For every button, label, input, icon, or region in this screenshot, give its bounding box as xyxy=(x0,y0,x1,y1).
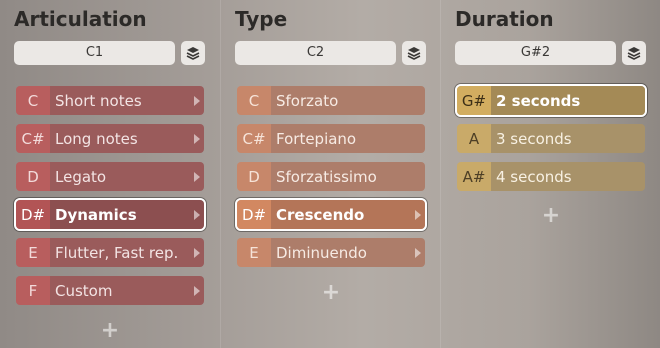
list-item[interactable]: C Sforzato xyxy=(235,84,427,117)
column-title: Type xyxy=(235,7,288,31)
note-label: D# xyxy=(16,200,50,229)
list-item-selected[interactable]: D# Dynamics xyxy=(14,198,206,231)
list-item-selected[interactable]: D# Crescendo xyxy=(235,198,427,231)
keyswitch-field[interactable]: C2 xyxy=(235,41,396,65)
item-label: Short notes xyxy=(50,86,204,115)
note-label: A# xyxy=(457,162,491,191)
list-item[interactable]: D Sforzatissimo xyxy=(235,160,427,193)
layers-button[interactable] xyxy=(181,41,205,65)
column-title: Articulation xyxy=(14,7,147,31)
item-label: 4 seconds xyxy=(491,162,645,191)
item-label: Crescendo xyxy=(271,200,425,229)
list-item[interactable]: A# 4 seconds xyxy=(455,160,647,193)
note-label: C xyxy=(16,86,50,115)
layers-button[interactable] xyxy=(622,41,646,65)
chevron-right-icon xyxy=(415,247,421,258)
note-label: E xyxy=(237,238,271,267)
item-label: Sforzatissimo xyxy=(271,162,425,191)
note-label: D# xyxy=(237,200,271,229)
note-label: D xyxy=(16,162,50,191)
articulation-list: C Short notes C# Long notes D Legato D# … xyxy=(14,84,206,312)
add-item-button[interactable]: + xyxy=(321,280,341,305)
item-label: Fortepiano xyxy=(271,124,425,153)
chevron-right-icon xyxy=(194,95,200,106)
note-label: F xyxy=(16,276,50,305)
item-label: Sforzato xyxy=(271,86,425,115)
note-label: C# xyxy=(16,124,50,153)
note-label: D xyxy=(237,162,271,191)
column-title: Duration xyxy=(455,7,554,31)
item-label: Custom xyxy=(50,276,204,305)
list-item[interactable]: C Short notes xyxy=(14,84,206,117)
list-item-selected[interactable]: G# 2 seconds xyxy=(455,84,647,117)
note-label: C xyxy=(237,86,271,115)
list-item[interactable]: C# Long notes xyxy=(14,122,206,155)
list-item[interactable]: F Custom xyxy=(14,274,206,307)
duration-list: G# 2 seconds A 3 seconds A# 4 seconds xyxy=(455,84,647,198)
chevron-right-icon xyxy=(415,209,421,220)
chevron-right-icon xyxy=(194,171,200,182)
chevron-right-icon xyxy=(194,133,200,144)
item-label: 2 seconds xyxy=(491,86,645,115)
list-item[interactable]: A 3 seconds xyxy=(455,122,647,155)
list-item[interactable]: C# Fortepiano xyxy=(235,122,427,155)
item-label: Dynamics xyxy=(50,200,204,229)
add-item-button[interactable]: + xyxy=(541,203,561,228)
note-label: C# xyxy=(237,124,271,153)
type-list: C Sforzato C# Fortepiano D Sforzatissimo… xyxy=(235,84,427,274)
item-label: Diminuendo xyxy=(271,238,425,267)
list-item[interactable]: E Flutter, Fast rep. xyxy=(14,236,206,269)
list-item[interactable]: E Diminuendo xyxy=(235,236,427,269)
item-label: 3 seconds xyxy=(491,124,645,153)
keyswitch-field[interactable]: C1 xyxy=(14,41,175,65)
layers-icon xyxy=(407,47,421,60)
chevron-right-icon xyxy=(194,209,200,220)
add-item-button[interactable]: + xyxy=(100,318,120,343)
type-column: Type C2 C Sforzato C# Fortepiano D Sforz… xyxy=(220,0,440,348)
item-label: Flutter, Fast rep. xyxy=(50,238,204,267)
note-label: A xyxy=(457,124,491,153)
list-item[interactable]: D Legato xyxy=(14,160,206,193)
chevron-right-icon xyxy=(194,285,200,296)
item-label: Legato xyxy=(50,162,204,191)
layers-icon xyxy=(627,47,641,60)
chevron-right-icon xyxy=(194,247,200,258)
articulation-column: Articulation C1 C Short notes C# Long no… xyxy=(0,0,220,348)
layers-button[interactable] xyxy=(402,41,426,65)
note-label: G# xyxy=(457,86,491,115)
item-label: Long notes xyxy=(50,124,204,153)
duration-column: Duration G#2 G# 2 seconds A 3 seconds A#… xyxy=(440,0,660,348)
layers-icon xyxy=(186,47,200,60)
note-label: E xyxy=(16,238,50,267)
keyswitch-field[interactable]: G#2 xyxy=(455,41,616,65)
